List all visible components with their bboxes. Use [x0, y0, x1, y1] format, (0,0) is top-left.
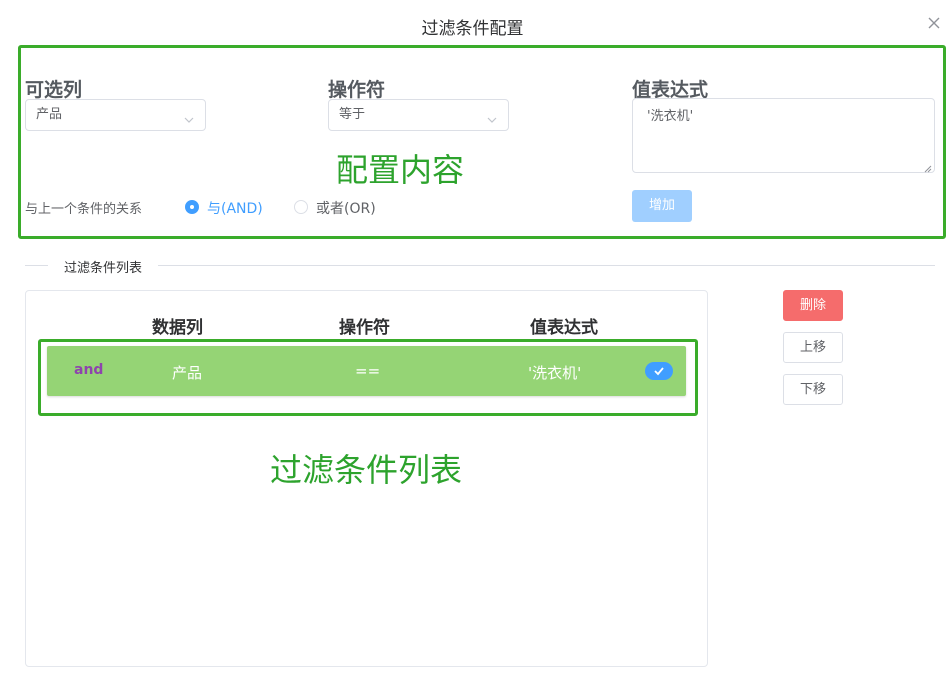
chevron-down-icon	[183, 108, 195, 123]
header-value: 值表达式	[530, 318, 598, 338]
header-column: 数据列	[152, 318, 203, 338]
list-annotation-label: 过滤条件列表	[270, 451, 463, 489]
move-down-button[interactable]: 下移	[783, 374, 843, 405]
radio-or[interactable]: 或者(OR)	[294, 199, 384, 217]
section-divider	[25, 265, 935, 266]
radio-and-label: 与(AND)	[207, 201, 263, 217]
divider-title: 过滤条件列表	[48, 257, 159, 276]
radio-or-label: 或者(OR)	[316, 201, 376, 217]
operator-select-value: 等于	[339, 107, 366, 122]
config-annotation-label: 配置内容	[336, 151, 465, 189]
operator-select[interactable]: 等于	[328, 99, 509, 131]
dialog-title: 过滤条件配置	[421, 19, 524, 39]
column-select[interactable]: 产品	[25, 99, 206, 131]
relation-label: 与上一个条件的关系	[25, 202, 143, 217]
operator-label: 操作符	[328, 79, 386, 101]
column-select-value: 产品	[36, 107, 63, 122]
column-label: 可选列	[25, 79, 83, 101]
add-button[interactable]: 增加	[632, 190, 692, 222]
move-up-button[interactable]: 上移	[783, 332, 843, 363]
resize-grip-icon[interactable]	[924, 162, 932, 173]
delete-button[interactable]: 删除	[783, 290, 843, 321]
chevron-down-icon	[486, 108, 498, 123]
list-annotation-box	[38, 339, 698, 416]
value-textarea-text: '洗衣机'	[647, 109, 694, 124]
radio-checked-icon	[185, 200, 199, 214]
close-icon[interactable]	[924, 13, 944, 33]
radio-and[interactable]: 与(AND)	[185, 199, 275, 217]
radio-unchecked-icon	[294, 200, 308, 214]
header-operator: 操作符	[339, 318, 390, 338]
value-textarea[interactable]: '洗衣机'	[632, 98, 935, 173]
